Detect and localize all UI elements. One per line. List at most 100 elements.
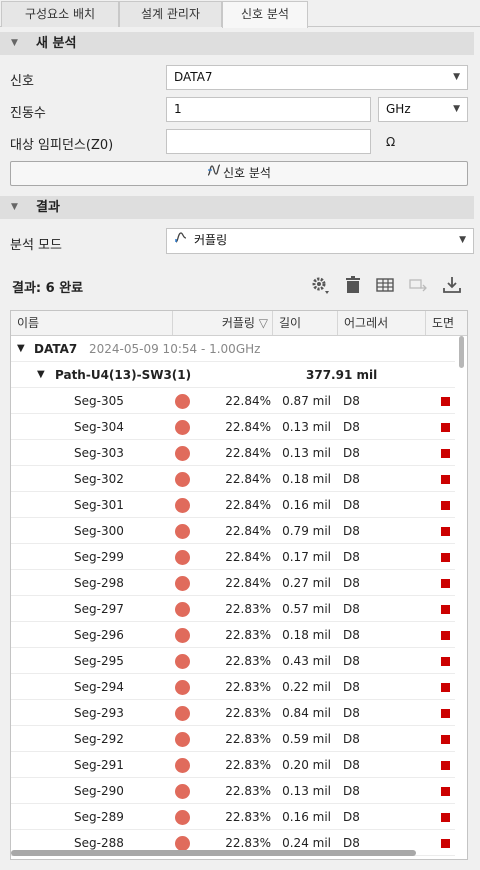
table-row[interactable]: Seg-303 22.84% 0.13 mil D8 [11,440,455,466]
coupling-status-dot [175,602,190,617]
drawing-marker[interactable] [441,683,450,692]
vertical-scroll-thumb[interactable] [459,336,464,368]
table-row[interactable]: Seg-295 22.83% 0.43 mil D8 [11,648,455,674]
drawing-marker[interactable] [441,709,450,718]
new-analysis-header[interactable]: ▼ 새 분석 [0,32,474,55]
frequency-unit-select[interactable]: GHz ▼ [378,97,468,122]
drawing-marker[interactable] [441,449,450,458]
table-row[interactable]: Seg-292 22.83% 0.59 mil D8 [11,726,455,752]
analyze-signal-label: 신호 분석 [223,166,271,180]
tab-design-manager[interactable]: 설계 관리자 [119,1,222,27]
coupling-status-dot [175,394,190,409]
drawing-marker[interactable] [441,553,450,562]
drawing-marker[interactable] [441,631,450,640]
path-row[interactable]: ▼ Path-U4(13)-SW3(1) 377.91 mil [11,362,455,388]
segment-name: Seg-301 [74,498,124,512]
column-coupling[interactable]: 커플링 ▽ [173,311,273,335]
table-row[interactable]: Seg-302 22.84% 0.18 mil D8 [11,466,455,492]
table-row[interactable]: Seg-293 22.83% 0.84 mil D8 [11,700,455,726]
column-aggressor[interactable]: 어그레서 [338,311,426,335]
segment-coupling: 22.84% [225,576,271,590]
export-icon[interactable] [407,274,429,296]
table-row[interactable]: Seg-296 22.83% 0.18 mil D8 [11,622,455,648]
table-row[interactable]: Seg-304 22.84% 0.13 mil D8 [11,414,455,440]
column-drawing[interactable]: 도면 [426,311,467,335]
drawing-marker[interactable] [441,787,450,796]
group-name: DATA7 [34,342,78,356]
results-header[interactable]: ▼ 결과 [0,196,474,219]
segment-aggressor: D8 [343,420,360,434]
segment-length: 0.17 mil [282,550,331,564]
table-row[interactable]: Seg-298 22.84% 0.27 mil D8 [11,570,455,596]
drawing-marker[interactable] [441,813,450,822]
analysis-mode-select[interactable]: 커플링 ▼ [166,228,474,254]
drawing-marker[interactable] [441,735,450,744]
segment-name: Seg-304 [74,420,124,434]
analyze-signal-button[interactable]: 신호 분석 [10,161,468,186]
segment-coupling: 22.84% [225,446,271,460]
signal-label: 신호 [10,74,34,89]
table-icon[interactable] [374,274,396,296]
horizontal-scrollbar[interactable] [11,848,457,859]
table-row[interactable]: Seg-294 22.83% 0.22 mil D8 [11,674,455,700]
segment-name: Seg-300 [74,524,124,538]
impedance-input[interactable] [166,129,371,154]
drawing-marker[interactable] [441,839,450,848]
tab-signal-analysis[interactable]: 신호 분석 [222,1,308,28]
table-row[interactable]: Seg-289 22.83% 0.16 mil D8 [11,804,455,830]
drawing-marker[interactable] [441,579,450,588]
table-row[interactable]: Seg-290 22.83% 0.13 mil D8 [11,778,455,804]
segment-coupling: 22.84% [225,472,271,486]
segment-length: 0.13 mil [282,420,331,434]
table-row[interactable]: Seg-291 22.83% 0.20 mil D8 [11,752,455,778]
coupling-status-dot [175,524,190,539]
drawing-marker[interactable] [441,761,450,770]
horizontal-scroll-thumb[interactable] [11,850,416,856]
segment-coupling: 22.83% [225,784,271,798]
gear-icon[interactable] [309,274,331,296]
expand-triangle-icon[interactable]: ▼ [17,336,25,362]
drawing-marker[interactable] [441,501,450,510]
impedance-unit: Ω [386,135,396,149]
table-row[interactable]: Seg-297 22.83% 0.57 mil D8 [11,596,455,622]
drawing-marker[interactable] [441,423,450,432]
segment-name: Seg-299 [74,550,124,564]
segment-name: Seg-295 [74,654,124,668]
table-row[interactable]: Seg-300 22.84% 0.79 mil D8 [11,518,455,544]
segment-aggressor: D8 [343,680,360,694]
segment-aggressor: D8 [343,524,360,538]
table-row[interactable]: Seg-301 22.84% 0.16 mil D8 [11,492,455,518]
drawing-marker[interactable] [441,527,450,536]
coupling-status-dot [175,810,190,825]
column-length[interactable]: 길이 [273,311,338,335]
drawing-marker[interactable] [441,657,450,666]
table-row[interactable]: Seg-305 22.84% 0.87 mil D8 [11,388,455,414]
drawing-marker[interactable] [441,475,450,484]
group-row[interactable]: ▼ DATA7 2024-05-09 10:54 - 1.00GHz [11,336,455,362]
segment-aggressor: D8 [343,498,360,512]
results-status: 결과: 6 완료 [12,281,84,296]
coupling-status-dot [175,654,190,669]
column-name[interactable]: 이름 [11,311,173,335]
download-icon[interactable] [441,274,463,296]
segment-name: Seg-292 [74,732,124,746]
segment-coupling: 22.84% [225,550,271,564]
segment-name: Seg-293 [74,706,124,720]
table-row[interactable]: Seg-299 22.84% 0.17 mil D8 [11,544,455,570]
segment-name: Seg-289 [74,810,124,824]
table-header: 이름 커플링 ▽ 길이 어그레서 도면 [11,311,467,336]
frequency-input[interactable]: 1 [166,97,371,122]
tab-component-placement[interactable]: 구성요소 배치 [1,1,119,27]
expand-triangle-icon[interactable]: ▼ [37,362,45,388]
segment-length: 0.13 mil [282,446,331,460]
new-analysis-title: 새 분석 [36,36,77,51]
segment-aggressor: D8 [343,602,360,616]
vertical-scrollbar[interactable] [457,336,467,859]
chevron-down-icon: ▼ [459,235,466,245]
drawing-marker[interactable] [441,605,450,614]
signal-select[interactable]: DATA7 ▼ [166,65,468,90]
drawing-marker[interactable] [441,397,450,406]
trash-icon[interactable] [342,274,364,296]
sort-filter-icon[interactable]: ▽ [259,316,268,330]
path-length: 377.91 mil [306,368,378,382]
